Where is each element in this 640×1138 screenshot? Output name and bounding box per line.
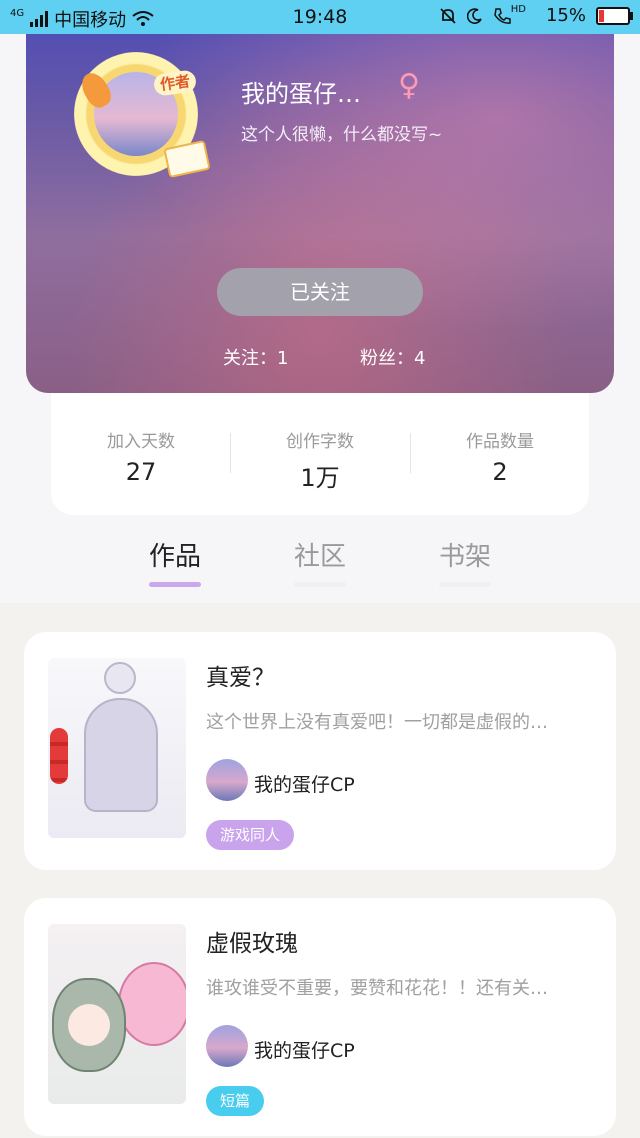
work-tag: 游戏同人 <box>206 820 295 850</box>
author-badge: 作者 <box>152 69 198 97</box>
work-description: 谁攻谁受不重要，要赞和花花！！还有关… <box>206 978 548 999</box>
battery-fill <box>599 9 604 22</box>
candy-icon <box>50 728 68 784</box>
tab-indicator <box>439 582 491 587</box>
stat-label: 作品数量 <box>466 432 534 452</box>
battery-icon <box>596 6 633 25</box>
stats-card: 加入天数 27 创作字数 1万 作品数量 2 <box>51 393 589 515</box>
bell-mute-icon <box>440 7 456 24</box>
work-title: 真爱？ <box>206 665 275 691</box>
profile-header: 作者 我的蛋仔… ♀ 这个人很懒，什么都没写~ 已关注 关注：1 粉丝：4 <box>26 0 614 393</box>
work-tag: 短篇 <box>206 1086 265 1116</box>
tab-indicator-active <box>149 582 201 587</box>
robot-figure <box>84 698 158 812</box>
nickname: 我的蛋仔… <box>241 80 361 108</box>
follow-button[interactable]: 已关注 <box>217 268 423 316</box>
hd-label: HD <box>510 4 526 15</box>
author-avatar <box>206 1025 248 1067</box>
stat-label: 加入天数 <box>107 432 175 452</box>
tab-works[interactable]: 作品 <box>125 536 225 573</box>
work-cover <box>48 924 186 1104</box>
tab-community[interactable]: 社区 <box>270 536 370 573</box>
following-count[interactable]: 关注：1 <box>223 344 288 370</box>
robot-head <box>104 662 136 694</box>
battery-percent: 15% <box>545 5 586 26</box>
call-hd-icon <box>493 7 511 24</box>
work-description: 这个世界上没有真爱吧！一切都是虚假的… <box>206 712 548 733</box>
stat-value: 27 <box>125 458 157 486</box>
tab-indicator <box>294 582 346 587</box>
tab-bar: 作品 社区 书架 <box>0 530 640 590</box>
female-icon: ♀ <box>398 68 420 103</box>
book-icon <box>163 139 211 179</box>
work-card[interactable]: 真爱？ 这个世界上没有真爱吧！一切都是虚假的… 我的蛋仔CP 游戏同人 <box>24 632 616 870</box>
work-card[interactable]: 虚假玫瑰 谁攻谁受不重要，要赞和花花！！还有关… 我的蛋仔CP 短篇 <box>24 898 616 1136</box>
tab-bookshelf[interactable]: 书架 <box>415 536 515 573</box>
author-name: 我的蛋仔CP <box>254 1040 355 1062</box>
stat-word-count: 创作字数 1万 <box>230 427 410 493</box>
stat-value: 1万 <box>300 464 340 492</box>
stat-label: 创作字数 <box>286 432 354 452</box>
moon-icon <box>466 7 482 24</box>
pink-character <box>118 962 186 1046</box>
character-face <box>68 1004 110 1046</box>
stat-join-days: 加入天数 27 <box>51 427 231 486</box>
avatar[interactable]: 作者 <box>74 52 211 179</box>
stat-value: 2 <box>492 458 508 486</box>
stat-works-count: 作品数量 2 <box>410 427 590 486</box>
work-title: 虚假玫瑰 <box>206 931 298 957</box>
author-avatar <box>206 759 248 801</box>
work-cover <box>48 658 186 838</box>
author-name: 我的蛋仔CP <box>254 774 355 796</box>
bio: 这个人很懒，什么都没写~ <box>241 125 443 145</box>
followers-count[interactable]: 粉丝：4 <box>360 344 425 370</box>
status-bar: 4G 中国移动 19:48 HD 15% <box>0 0 640 34</box>
status-right: HD 15% <box>439 4 633 26</box>
